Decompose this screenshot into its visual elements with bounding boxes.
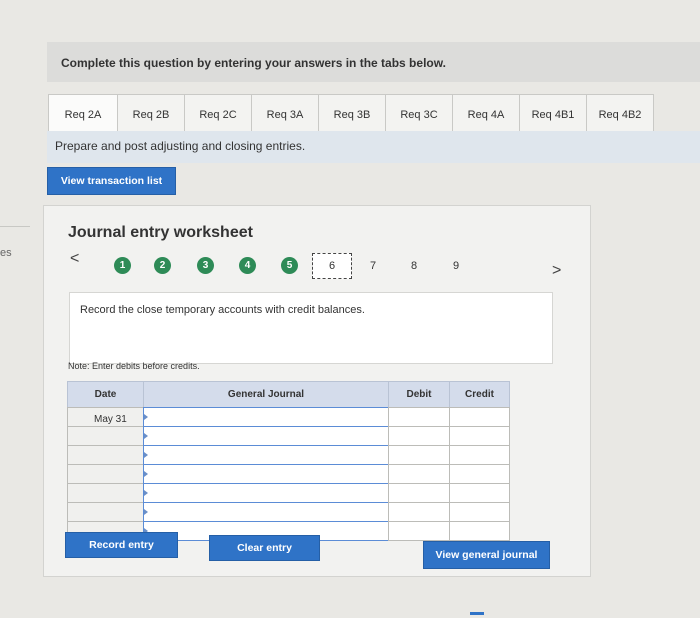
table-row-account-input[interactable]	[143, 502, 389, 522]
table-row-date-cell[interactable]	[67, 464, 144, 484]
general-journal-column-header: General Journal	[143, 381, 389, 408]
credit-column-header: Credit	[449, 381, 510, 408]
table-row-credit-input[interactable]	[449, 407, 510, 427]
account-dropdown-marker[interactable]	[144, 490, 148, 496]
table-row-date-cell[interactable]	[67, 445, 144, 465]
account-dropdown-marker[interactable]	[144, 452, 148, 458]
table-row-date-cell[interactable]	[67, 502, 144, 522]
record-entry-button[interactable]: Record entry	[65, 532, 178, 558]
view-general-journal-button[interactable]: View general journal	[423, 541, 550, 569]
table-row-credit-input[interactable]	[449, 483, 510, 503]
left-edge-text: es	[0, 247, 12, 259]
partial-element-bottom	[470, 612, 484, 615]
account-dropdown-marker[interactable]	[144, 471, 148, 477]
table-row-debit-input[interactable]	[388, 521, 450, 541]
table-row-credit-input[interactable]	[449, 502, 510, 522]
table-row-account-input[interactable]	[143, 426, 389, 446]
tab-req-3a[interactable]: Req 3A	[251, 94, 319, 134]
debits-note: Note: Enter debits before credits.	[68, 361, 200, 371]
tab-req-4b1[interactable]: Req 4B1	[519, 94, 587, 134]
view-transaction-list-button[interactable]: View transaction list	[47, 167, 176, 195]
table-row-debit-input[interactable]	[388, 464, 450, 484]
table-row-date-cell[interactable]	[67, 483, 144, 503]
tab-req-4b2[interactable]: Req 4B2	[586, 94, 654, 134]
account-dropdown-marker[interactable]	[144, 414, 148, 420]
table-row-date-cell[interactable]: May 31	[67, 407, 144, 427]
entry-description: Record the close temporary accounts with…	[80, 304, 365, 316]
step-6-current[interactable]: 6	[312, 253, 352, 279]
table-row-account-input[interactable]	[143, 483, 389, 503]
instructions-text: Prepare and post adjusting and closing e…	[55, 139, 306, 153]
table-row-debit-input[interactable]	[388, 426, 450, 446]
date-column-header: Date	[67, 381, 144, 408]
tab-req-3b[interactable]: Req 3B	[318, 94, 386, 134]
step-8[interactable]: 8	[411, 260, 417, 272]
step-4-complete[interactable]: 4	[239, 257, 256, 274]
table-row-debit-input[interactable]	[388, 407, 450, 427]
table-row-debit-input[interactable]	[388, 502, 450, 522]
tab-req-2a[interactable]: Req 2A	[48, 94, 118, 134]
entry-description-box: Record the close temporary accounts with…	[69, 292, 553, 364]
step-5-complete[interactable]: 5	[281, 257, 298, 274]
step-2-complete[interactable]: 2	[154, 257, 171, 274]
table-row-account-input[interactable]	[143, 464, 389, 484]
table-row-date-cell[interactable]	[67, 426, 144, 446]
table-row-account-input[interactable]	[143, 445, 389, 465]
table-row-debit-input[interactable]	[388, 445, 450, 465]
prev-entry-arrow[interactable]: <	[70, 250, 79, 268]
table-row-credit-input[interactable]	[449, 521, 510, 541]
left-edge-divider	[0, 226, 30, 227]
instructions-bar: Prepare and post adjusting and closing e…	[47, 131, 700, 163]
question-instruction: Complete this question by entering your …	[61, 56, 446, 70]
tab-req-4a[interactable]: Req 4A	[452, 94, 520, 134]
table-row-credit-input[interactable]	[449, 445, 510, 465]
tab-req-2c[interactable]: Req 2C	[184, 94, 252, 134]
tab-req-2b[interactable]: Req 2B	[117, 94, 185, 134]
step-1-complete[interactable]: 1	[114, 257, 131, 274]
first-entry-date: May 31	[94, 414, 127, 425]
step-7[interactable]: 7	[370, 260, 376, 272]
step-3-complete[interactable]: 3	[197, 257, 214, 274]
debit-column-header: Debit	[388, 381, 450, 408]
account-dropdown-marker[interactable]	[144, 509, 148, 515]
clear-entry-button[interactable]: Clear entry	[209, 535, 320, 561]
worksheet-title: Journal entry worksheet	[68, 224, 253, 241]
table-row-account-input[interactable]	[143, 407, 389, 427]
table-row-credit-input[interactable]	[449, 464, 510, 484]
journal-entry-worksheet: Journal entry worksheet < 1 2 3 4 5 6 7 …	[43, 205, 591, 577]
question-header: Complete this question by entering your …	[47, 42, 700, 82]
next-entry-arrow[interactable]: >	[552, 262, 561, 280]
table-row-debit-input[interactable]	[388, 483, 450, 503]
step-9[interactable]: 9	[453, 260, 459, 272]
account-dropdown-marker[interactable]	[144, 433, 148, 439]
table-row-credit-input[interactable]	[449, 426, 510, 446]
tab-req-3c[interactable]: Req 3C	[385, 94, 453, 134]
